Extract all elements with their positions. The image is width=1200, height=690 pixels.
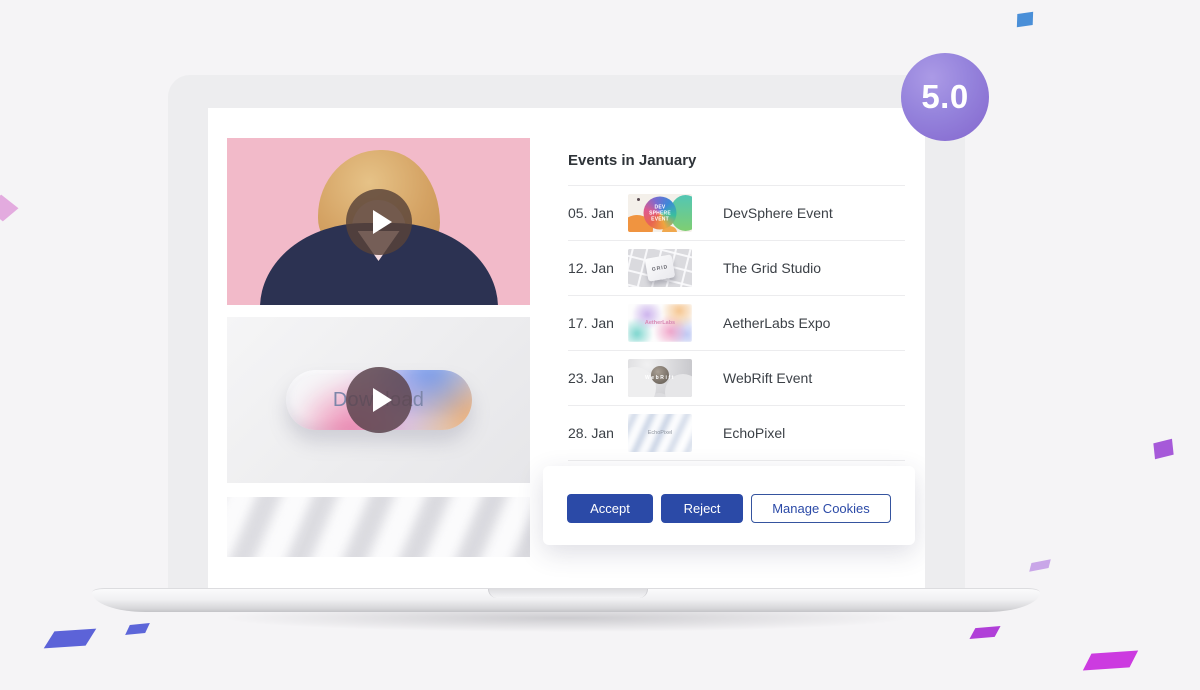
confetti-piece xyxy=(0,195,18,222)
video-thumbnail-download[interactable]: Download xyxy=(227,317,530,483)
event-title: The Grid Studio xyxy=(723,260,821,276)
confetti-piece xyxy=(1017,12,1033,27)
marketing-hero: Download Events in January 05. Jan xyxy=(0,0,1200,690)
event-row[interactable]: 17. Jan AetherLabs AetherLabs Expo xyxy=(568,295,905,350)
laptop-notch xyxy=(488,589,648,598)
events-title: Events in January xyxy=(568,152,905,169)
decorative-dot xyxy=(637,198,640,201)
video-thumbnail-waves[interactable] xyxy=(227,497,530,557)
browser-page: Download Events in January 05. Jan xyxy=(208,108,925,588)
event-thumbnail[interactable]: EchoPixel xyxy=(628,414,692,452)
event-date: 28. Jan xyxy=(568,425,628,441)
event-thumbnail[interactable]: GRID xyxy=(628,249,692,287)
rating-value: 5.0 xyxy=(921,78,968,116)
events-list: 05. Jan DEV SPHERE EVENT DevSphere Event… xyxy=(568,185,905,461)
rating-badge: 5.0 xyxy=(901,53,989,141)
event-title: WebRift Event xyxy=(723,370,812,386)
event-row[interactable]: 12. Jan GRID The Grid Studio xyxy=(568,240,905,295)
event-thumbnail[interactable]: AetherLabs xyxy=(628,304,692,342)
event-title: DevSphere Event xyxy=(723,205,833,221)
play-button[interactable] xyxy=(346,367,412,433)
decorative-circle: DEV SPHERE EVENT xyxy=(644,197,677,230)
event-date: 23. Jan xyxy=(568,370,628,386)
event-date: 05. Jan xyxy=(568,205,628,221)
thumbnail-label: EchoPixel xyxy=(648,430,672,436)
thumbnail-label: AetherLabs xyxy=(645,320,675,326)
event-row[interactable]: 23. Jan WebRift WebRift Event xyxy=(568,350,905,405)
thumbnail-label: DEV SPHERE EVENT xyxy=(648,204,672,222)
event-title: EchoPixel xyxy=(723,425,785,441)
confetti-piece xyxy=(1083,650,1138,670)
video-thumbnail-woman[interactable] xyxy=(227,138,530,305)
play-icon xyxy=(373,210,392,234)
event-date: 12. Jan xyxy=(568,260,628,276)
confetti-piece xyxy=(1153,439,1173,460)
event-title: AetherLabs Expo xyxy=(723,315,830,331)
manage-cookies-button[interactable]: Manage Cookies xyxy=(751,494,891,523)
event-row[interactable]: 28. Jan EchoPixel EchoPixel xyxy=(568,405,905,460)
play-button[interactable] xyxy=(346,189,412,255)
event-thumbnail[interactable]: DEV SPHERE EVENT xyxy=(628,194,692,232)
laptop-base xyxy=(92,588,1040,612)
accept-button[interactable]: Accept xyxy=(567,494,653,523)
event-date: 17. Jan xyxy=(568,315,628,331)
event-row[interactable]: 05. Jan DEV SPHERE EVENT DevSphere Event xyxy=(568,185,905,240)
events-panel: Events in January 05. Jan DEV SPHERE EVE… xyxy=(568,152,905,461)
confetti-piece xyxy=(1029,559,1051,572)
play-icon xyxy=(373,388,392,412)
reject-button[interactable]: Reject xyxy=(661,494,743,523)
thumbnail-label: WebRift xyxy=(645,375,675,381)
cookie-consent-banner: Accept Reject Manage Cookies xyxy=(543,466,915,545)
event-thumbnail[interactable]: WebRift xyxy=(628,359,692,397)
thumbnail-label: GRID xyxy=(651,264,668,273)
keyboard-keycap: GRID xyxy=(645,254,676,281)
